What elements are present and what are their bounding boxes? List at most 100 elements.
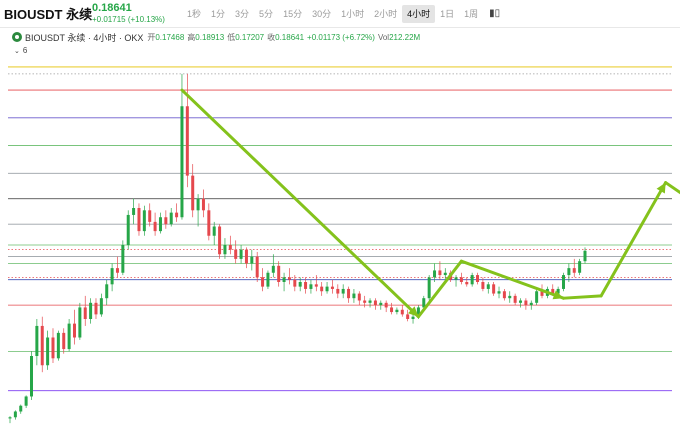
interval-2[interactable]: 3分 — [230, 5, 254, 23]
candle-body-36 — [201, 198, 205, 211]
candle-body-69 — [379, 302, 383, 306]
interval-8[interactable]: 4小时 — [402, 4, 436, 23]
ohlc-legend: BIOUSDT 永续 · 4小时 · OKX 开 0.17468 高 0.189… — [0, 30, 680, 44]
candle-body-19 — [110, 268, 114, 285]
candle-body-45 — [250, 256, 254, 264]
candle-body-81 — [443, 272, 447, 276]
candle-body-15 — [89, 302, 93, 319]
candle-body-64 — [352, 293, 356, 299]
high-value: 0.18913 — [195, 32, 225, 42]
candle-body-35 — [196, 198, 200, 211]
candle-body-47 — [261, 277, 265, 287]
candle-body-105 — [572, 268, 576, 273]
top-toolbar: BIOUSDT 永续 0.18641 +0.01715 (+10.13%) 1秒… — [0, 0, 680, 28]
candle-body-91 — [497, 291, 501, 294]
candle-body-52 — [287, 277, 291, 280]
candlestick-icon[interactable]: ▮▯ — [485, 8, 504, 19]
open-value: 0.17468 — [155, 32, 185, 42]
interval-9[interactable]: 1日 — [435, 5, 459, 23]
candle-body-74 — [406, 314, 410, 319]
candle-body-50 — [277, 265, 281, 282]
price-change: +0.01715 (+10.13%) — [92, 14, 165, 24]
candle-body-94 — [513, 295, 517, 303]
candle-body-4 — [29, 356, 33, 397]
candle-body-39 — [218, 226, 222, 255]
candle-body-13 — [78, 307, 82, 338]
interval-0[interactable]: 1秒 — [182, 5, 206, 23]
candle-body-1 — [13, 411, 17, 418]
candle-body-68 — [373, 300, 377, 306]
candle-body-24 — [137, 208, 141, 232]
candle-body-20 — [115, 268, 119, 273]
candle-body-57 — [314, 284, 318, 287]
candle-body-16 — [94, 302, 98, 315]
candle-body-54 — [298, 282, 302, 287]
price-block: 0.18641 +0.01715 (+10.13%) — [92, 1, 180, 25]
interval-7[interactable]: 2小时 — [369, 5, 402, 23]
candle-body-93 — [508, 295, 512, 299]
candle-body-18 — [105, 284, 109, 299]
candle-body-48 — [266, 272, 270, 287]
toolbar-tools: ▮▯ — [485, 8, 504, 19]
interval-selector: 1秒 1分 3分 5分 15分 30分 1小时 2小时 4小时 1日 1周 — [182, 4, 483, 23]
exchange-logo-icon — [12, 32, 22, 42]
candle-body-58 — [320, 286, 324, 292]
candle-body-98 — [535, 291, 539, 303]
candle-body-11 — [67, 323, 71, 350]
candle-body-67 — [368, 300, 372, 303]
candle-body-106 — [578, 261, 582, 273]
candle-body-63 — [347, 288, 351, 299]
interval-1[interactable]: 1分 — [206, 5, 230, 23]
low-value: 0.17207 — [235, 32, 265, 42]
legend-change: +0.01173 (+6.72%) — [307, 32, 375, 42]
candle-body-27 — [153, 221, 157, 232]
volume-value: 212.22M — [389, 32, 421, 42]
chevron-down-icon: ⌄ — [14, 47, 20, 55]
candle-body-96 — [524, 300, 528, 306]
candle-body-83 — [454, 277, 458, 280]
candle-body-6 — [40, 325, 44, 366]
candle-body-87 — [476, 275, 480, 282]
candle-body-86 — [470, 275, 474, 285]
candle-body-61 — [336, 288, 340, 294]
annotation-arrow-3 — [562, 294, 603, 300]
candle-body-65 — [357, 293, 361, 301]
indicator-toggle[interactable]: ⌄ 6 — [14, 46, 27, 55]
candle-body-33 — [185, 106, 189, 176]
candle-body-53 — [293, 279, 297, 287]
candle-body-49 — [271, 265, 275, 273]
candle-body-62 — [341, 288, 345, 294]
candle-body-12 — [72, 323, 76, 338]
candle-body-55 — [304, 282, 308, 289]
candle-body-104 — [567, 268, 571, 276]
candle-body-37 — [207, 210, 211, 236]
symbol-title[interactable]: BIOUSDT 永续 — [0, 4, 92, 23]
candle-body-89 — [486, 284, 490, 289]
interval-3[interactable]: 5分 — [254, 5, 278, 23]
interval-6[interactable]: 1小时 — [336, 5, 369, 23]
candle-body-44 — [244, 249, 248, 264]
price-chart[interactable] — [0, 0, 680, 441]
candle-body-10 — [62, 332, 66, 350]
candle-body-3 — [24, 396, 28, 406]
candle-body-32 — [180, 106, 184, 218]
candle-body-84 — [459, 277, 463, 282]
candle-body-9 — [56, 332, 60, 359]
interval-4[interactable]: 15分 — [278, 5, 307, 23]
candle-body-79 — [433, 270, 437, 278]
volume-label: Vol — [377, 32, 390, 42]
legend-title: BIOUSDT 永续 · 4小时 · OKX — [25, 32, 144, 43]
last-price: 0.18641 — [92, 1, 132, 14]
candle-body-25 — [142, 210, 146, 232]
candle-body-22 — [126, 214, 130, 245]
close-value: 0.18641 — [275, 32, 305, 42]
interval-5[interactable]: 30分 — [307, 5, 336, 23]
candle-body-40 — [223, 245, 227, 255]
candle-body-14 — [83, 307, 87, 319]
interval-10[interactable]: 1周 — [459, 5, 483, 23]
candle-body-80 — [438, 270, 442, 276]
candle-body-26 — [148, 210, 152, 222]
candle-body-30 — [169, 212, 173, 225]
candle-body-75 — [411, 316, 415, 319]
candle-body-38 — [212, 226, 216, 236]
